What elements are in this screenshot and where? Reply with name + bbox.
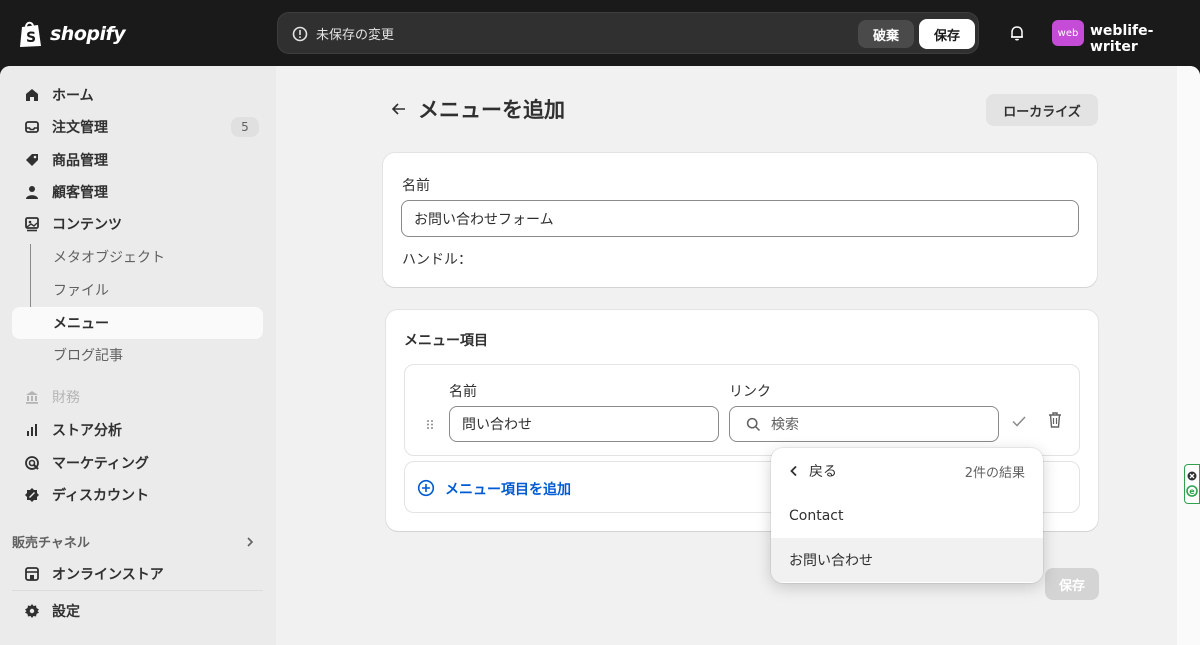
sidebar-item-label: コンテンツ [52,217,122,233]
sidebar-item-metaobjects[interactable]: メタオブジェクト [12,241,263,273]
sidebar-item-label: ストア分析 [52,423,122,439]
alert-circle-icon [292,26,308,41]
item-name-input[interactable]: 問い合わせ [449,406,719,442]
sidebar-item-home[interactable]: ホーム [12,79,263,111]
tag-icon [26,154,38,166]
result-count: 2件の結果 [964,466,1025,481]
chevron-left-icon [790,465,797,477]
discount-icon [25,488,39,502]
handle-label: ハンドル： [402,252,472,268]
sidebar-item-label: オンラインストア [52,567,164,583]
menu-name-input[interactable]: お問い合わせフォーム [401,200,1079,237]
item-link-column-label: リンク [729,384,771,400]
link-search-popover: 戻る 2件の結果 Contact お問い合わせ [771,448,1043,583]
sidebar-item-label: 商品管理 [52,153,108,169]
svg-text:S: S [26,30,36,46]
sidebar-item-discounts[interactable]: ディスカウント [12,479,263,511]
sidebar-item-label: 設定 [52,604,80,620]
save-button[interactable]: 保存 [919,19,975,49]
sidebar-item-blog-posts[interactable]: ブログ記事 [12,339,263,371]
sales-channels-heading: 販売チャネル [12,536,90,551]
menu-item-row: 名前 リンク 問い合わせ 検索 [404,364,1080,456]
sidebar-item-products[interactable]: 商品管理 [12,144,263,176]
sidebar-item-label: マーケティング [52,456,149,472]
bell-icon[interactable] [1008,24,1026,42]
discard-button[interactable]: 破棄 [858,20,914,48]
sidebar-item-online-store[interactable]: オンラインストア [12,558,263,590]
name-label: 名前 [402,178,430,194]
item-name-value: 問い合わせ [462,417,532,433]
save-button-bottom[interactable]: 保存 [1045,568,1099,600]
popover-option[interactable]: お問い合わせ [771,538,1043,582]
trash-icon[interactable] [1047,411,1063,429]
target-icon [25,456,39,470]
sidebar-item-label: 財務 [52,390,80,406]
unsaved-changes-message: 未保存の変更 [292,24,394,43]
inbox-icon [25,121,39,133]
localize-button[interactable]: ローカライズ [986,94,1098,126]
menu-name-value: お問い合わせフォーム [414,211,554,228]
menu-items-heading: メニュー項目 [404,333,488,349]
popover-back-label: 戻る [809,464,837,480]
store-name[interactable]: weblife-writer [1090,23,1200,55]
contextual-save-bar: 未保存の変更 破棄 保存 [277,12,979,54]
sidebar-item-label: メタオブジェクト [53,250,165,266]
top-bar: S shopify 未保存の変更 破棄 保存 web weblife-write… [0,0,1200,66]
sidebar-item-customers[interactable]: 顧客管理 [12,176,263,208]
sidebar-item-analytics[interactable]: ストア分析 [12,414,263,446]
right-edge-strip [1177,66,1200,645]
menu-name-card: 名前 お問い合わせフォーム ハンドル： [383,153,1097,287]
item-name-column-label: 名前 [449,384,477,400]
sidebar-item-label: メニュー [53,316,109,332]
image-icon [25,217,39,232]
sidebar-divider [12,590,263,591]
sidebar-item-label: ディスカウント [52,488,150,504]
brand-name: shopify [50,23,126,45]
sidebar-item-label: 顧客管理 [52,185,108,201]
back-arrow-icon[interactable] [390,100,408,118]
sidebar-item-finance[interactable]: 財務 [12,381,263,413]
search-icon [746,417,761,431]
shopify-logo[interactable]: S shopify [18,20,126,48]
sidebar-item-label: ホーム [52,88,94,104]
drag-handle-icon[interactable] [425,417,435,431]
unsaved-changes-text: 未保存の変更 [316,28,395,43]
sidebar-item-content[interactable]: コンテンツ [12,208,263,240]
sidebar-item-marketing[interactable]: マーケティング [12,447,263,479]
check-icon[interactable] [1011,413,1027,429]
store-icon [25,567,39,581]
popover-back-button[interactable]: 戻る [789,461,837,481]
sidebar-item-orders[interactable]: 注文管理 5 [12,111,263,143]
store-avatar[interactable]: web [1052,20,1084,46]
sidebar-item-label: ファイル [53,283,109,299]
svg-text:e: e [1189,487,1195,496]
extension-icon[interactable]: e [1184,464,1200,504]
bar-chart-icon [27,424,37,436]
bank-icon [26,391,38,404]
shopify-bag-icon: S [20,21,41,47]
link-search-placeholder: 検索 [771,417,799,433]
chevron-right-icon[interactable] [244,536,256,548]
home-icon [26,89,38,101]
popover-option[interactable]: Contact [771,494,1043,538]
sidebar-item-settings[interactable]: 設定 [12,595,263,627]
orders-count-badge: 5 [231,117,259,137]
sidebar-item-label: 注文管理 [52,120,108,136]
main-surface: ホーム 注文管理 5 商品管理 顧客管理 コンテンツ メタオブジェクト ファイル [0,66,1200,645]
sidebar-item-label: ブログ記事 [53,348,123,364]
gear-icon [25,604,39,618]
add-menu-item-label: メニュー項目を追加 [445,482,571,498]
sidebar-nav: ホーム 注文管理 5 商品管理 顧客管理 コンテンツ メタオブジェクト ファイル [0,66,276,645]
person-icon [26,186,38,199]
sidebar-item-files[interactable]: ファイル [12,274,263,306]
plus-circle-icon [417,479,435,497]
page-title: メニューを追加 [418,98,565,122]
sidebar-item-menu[interactable]: メニュー [12,307,263,339]
link-search-input[interactable]: 検索 [729,406,999,442]
